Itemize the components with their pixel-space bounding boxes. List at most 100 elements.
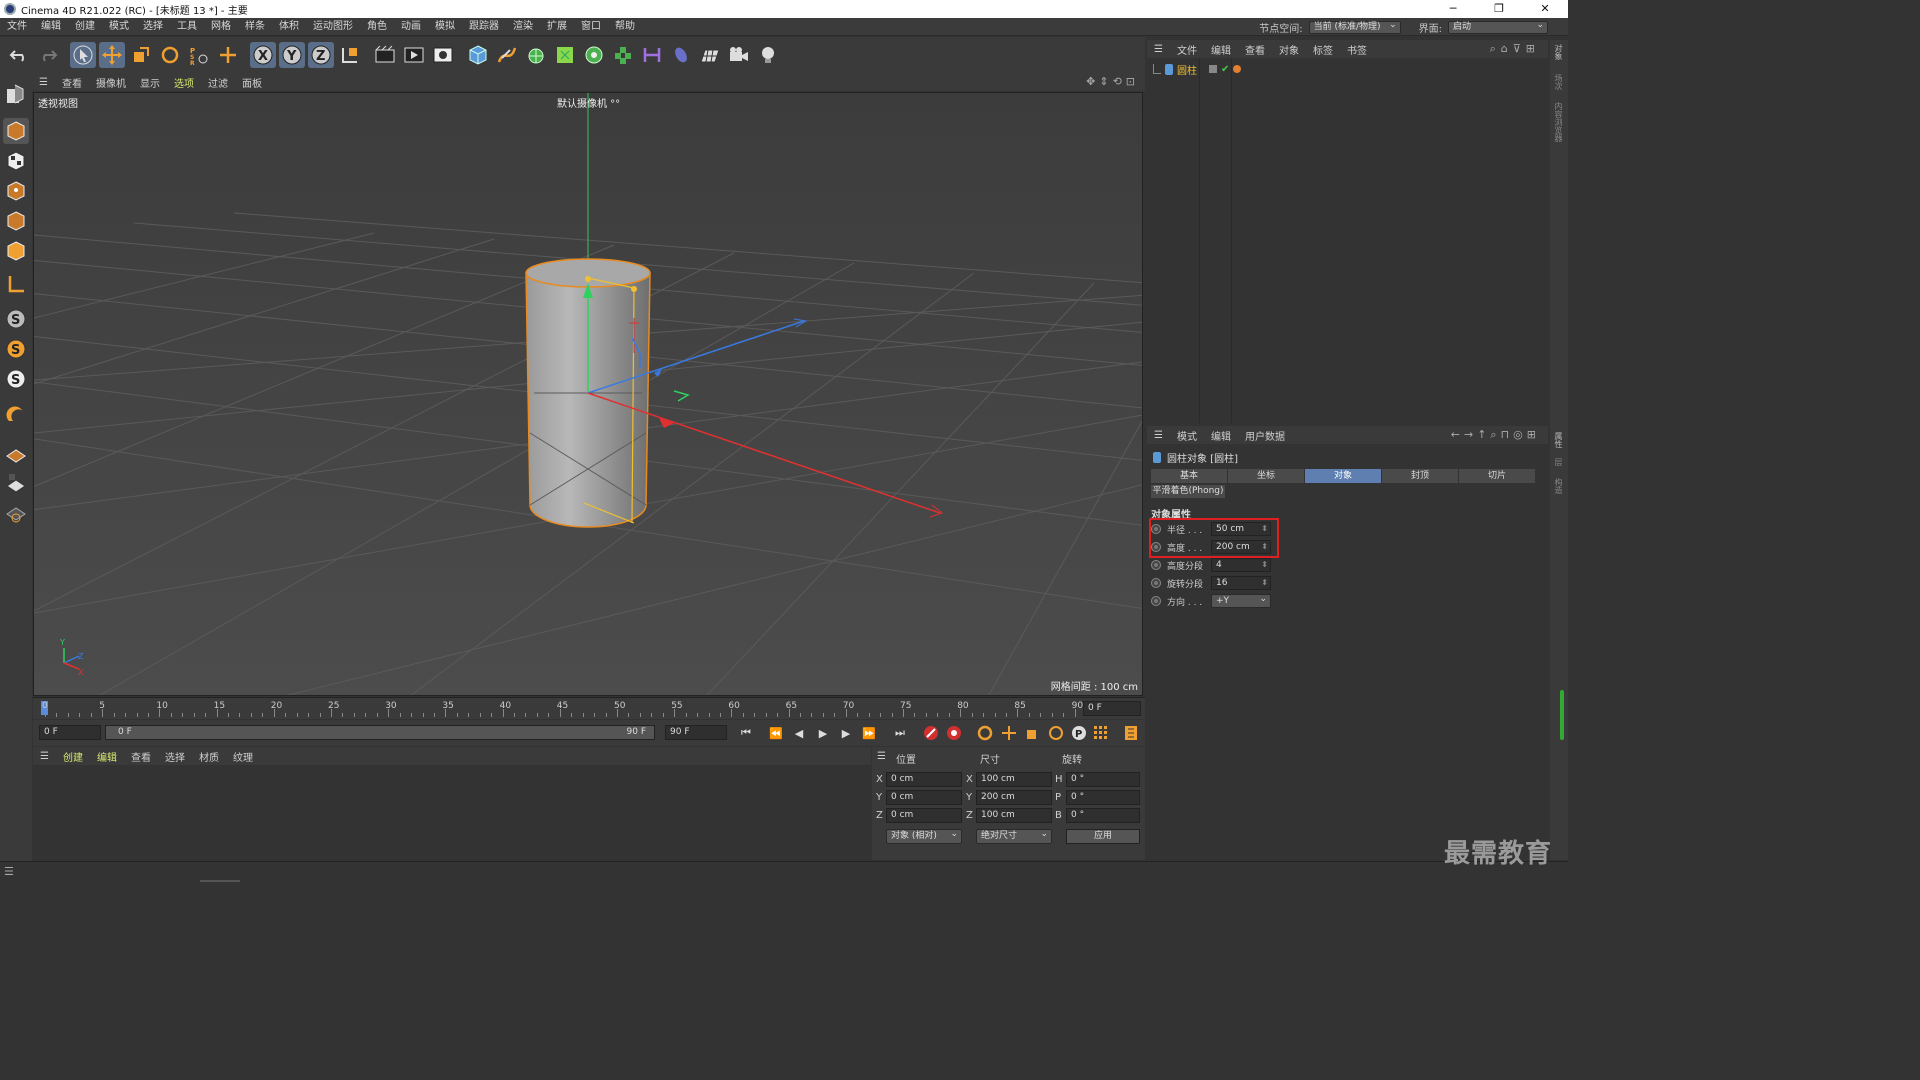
go-to-start-icon[interactable]: ⏮ <box>736 724 756 742</box>
next-key-icon[interactable]: ⏩ <box>859 724 879 742</box>
coordinate-system-icon[interactable] <box>337 42 363 68</box>
attr-menu-userdata[interactable]: 用户数据 <box>1238 428 1292 443</box>
tab-coord[interactable]: 坐标 <box>1228 469 1305 483</box>
tab-object[interactable]: 对象 <box>1305 469 1382 483</box>
search-icon[interactable]: ⌕ <box>1490 428 1500 441</box>
panel-menu-icon[interactable]: ☰ <box>1147 430 1170 441</box>
object-name[interactable]: 圆柱 <box>1177 62 1197 77</box>
snap-enable-icon[interactable]: S <box>3 336 29 362</box>
planar-workplane-icon[interactable] <box>3 500 29 526</box>
height-segments-field[interactable]: 4 <box>1211 558 1271 572</box>
menu-mesh[interactable]: 网格 <box>204 18 238 36</box>
deformer-icon[interactable] <box>610 42 636 68</box>
attr-menu-edit[interactable]: 编辑 <box>1204 428 1238 443</box>
phong-tag-icon[interactable] <box>1233 65 1242 73</box>
object-tree[interactable]: 圆柱 ✔ <box>1147 58 1548 423</box>
menu-edit[interactable]: 编辑 <box>34 18 68 36</box>
end-frame-field[interactable]: 90 F <box>665 725 727 740</box>
undo-icon[interactable] <box>6 42 32 68</box>
material-list-area[interactable] <box>33 765 871 860</box>
redo-icon[interactable] <box>35 42 61 68</box>
layout-dropdown[interactable]: 启动 <box>1448 20 1548 34</box>
key-parameter-icon[interactable]: P <box>1069 724 1089 742</box>
coordinate-mode-dropdown[interactable]: 对象 (相对) <box>886 828 962 844</box>
menu-character[interactable]: 角色 <box>360 18 394 36</box>
model-mode-icon[interactable] <box>3 118 29 144</box>
objmgr-menu-edit[interactable]: 编辑 <box>1204 42 1238 57</box>
close-button[interactable]: ✕ <box>1522 0 1568 18</box>
objmgr-menu-objects[interactable]: 对象 <box>1272 42 1306 57</box>
viewport-menu-filter[interactable]: 过滤 <box>201 75 235 90</box>
point-mode-icon[interactable] <box>3 178 29 204</box>
enabled-check-icon[interactable]: ✔ <box>1221 64 1229 75</box>
objmgr-menu-tags[interactable]: 标签 <box>1306 42 1340 57</box>
next-frame-icon[interactable]: ▶ <box>836 724 856 742</box>
menu-window[interactable]: 窗口 <box>574 18 608 36</box>
rotate-tool-icon[interactable] <box>157 42 183 68</box>
up-arrow-icon[interactable]: ↑ <box>1477 428 1490 441</box>
panel-menu-icon[interactable]: ☰ <box>1147 44 1170 55</box>
extrude-icon[interactable] <box>552 42 578 68</box>
active-camera-label[interactable]: 默认摄像机 °° <box>557 95 620 110</box>
tab-basic[interactable]: 基本 <box>1151 469 1228 483</box>
animate-radio-icon[interactable] <box>1151 596 1161 606</box>
animate-radio-icon[interactable] <box>1151 578 1161 588</box>
polygon-mode-icon[interactable] <box>3 238 29 264</box>
rot-h-field[interactable]: 0 ° <box>1066 772 1140 787</box>
home-icon[interactable]: ⌂ <box>1501 42 1513 55</box>
menu-spline[interactable]: 样条 <box>238 18 272 36</box>
bend-deformer-icon[interactable] <box>639 42 665 68</box>
menu-animate[interactable]: 动画 <box>394 18 428 36</box>
move-tool-icon[interactable] <box>99 42 125 68</box>
animate-radio-icon[interactable] <box>1151 560 1161 570</box>
timeline-window-icon[interactable] <box>1121 724 1141 742</box>
apply-button[interactable]: 应用 <box>1066 829 1140 844</box>
perspective-viewport[interactable]: Y Z X 透视视图 默认摄像机 °° 网格间距 : 100 cm <box>33 92 1143 696</box>
material-menu-edit[interactable]: 编辑 <box>90 749 124 764</box>
menu-render[interactable]: 渲染 <box>506 18 540 36</box>
rotate-view-icon[interactable]: ⟲ <box>1113 75 1126 88</box>
rot-b-field[interactable]: 0 ° <box>1066 808 1140 823</box>
material-menu-select[interactable]: 选择 <box>158 749 192 764</box>
menu-mode[interactable]: 模式 <box>102 18 136 36</box>
side-tab-objects[interactable]: 对象 <box>1553 44 1564 60</box>
menu-file[interactable]: 文件 <box>0 18 34 36</box>
key-rotation-icon[interactable] <box>1046 724 1066 742</box>
size-x-field[interactable]: 100 cm <box>976 772 1052 787</box>
rotation-segments-field[interactable]: 16 <box>1211 576 1271 590</box>
pos-z-field[interactable]: 0 cm <box>886 808 962 823</box>
menu-help[interactable]: 帮助 <box>608 18 642 36</box>
menu-volume[interactable]: 体积 <box>272 18 306 36</box>
pen-spline-icon[interactable] <box>494 42 520 68</box>
rot-p-field[interactable]: 0 ° <box>1066 790 1140 805</box>
filter-icon[interactable]: ⊽ <box>1513 42 1526 55</box>
make-editable-icon[interactable] <box>3 81 29 107</box>
tree-item-cylinder[interactable]: 圆柱 ✔ <box>1153 62 1242 77</box>
material-menu-create[interactable]: 创建 <box>56 749 90 764</box>
objmgr-menu-view[interactable]: 查看 <box>1238 42 1272 57</box>
menu-tools[interactable]: 工具 <box>170 18 204 36</box>
pos-x-field[interactable]: 0 cm <box>886 772 962 787</box>
workplane-icon[interactable] <box>3 440 29 466</box>
pan-view-icon[interactable]: ✥ <box>1086 75 1099 88</box>
floor-icon[interactable] <box>697 42 723 68</box>
viewport-menu-options[interactable]: 选项 <box>167 75 201 90</box>
key-position-icon[interactable] <box>999 724 1019 742</box>
z-axis-lock-icon[interactable]: Z <box>308 42 334 68</box>
snap-settings-icon[interactable]: S <box>3 366 29 392</box>
material-menu-view[interactable]: 查看 <box>124 749 158 764</box>
attr-menu-mode[interactable]: 模式 <box>1170 428 1204 443</box>
menu-simulate[interactable]: 模拟 <box>428 18 462 36</box>
dolly-view-icon[interactable]: ⇕ <box>1099 75 1112 88</box>
render-settings-icon[interactable] <box>430 42 456 68</box>
size-y-field[interactable]: 200 cm <box>976 790 1052 805</box>
side-tab-takes[interactable]: 场次 <box>1553 74 1564 90</box>
previous-frame-icon[interactable]: ◀ <box>789 724 809 742</box>
side-tab-content-browser[interactable]: 内容浏览器 <box>1553 102 1564 142</box>
material-menu-texture[interactable]: 纹理 <box>226 749 260 764</box>
search-icon[interactable]: ⌕ <box>1490 42 1501 55</box>
maximize-button[interactable]: ❐ <box>1476 0 1522 18</box>
current-frame-field[interactable]: 0 F <box>1083 701 1141 716</box>
previous-key-icon[interactable]: ⏪ <box>766 724 786 742</box>
viewport-menu-display[interactable]: 显示 <box>133 75 167 90</box>
